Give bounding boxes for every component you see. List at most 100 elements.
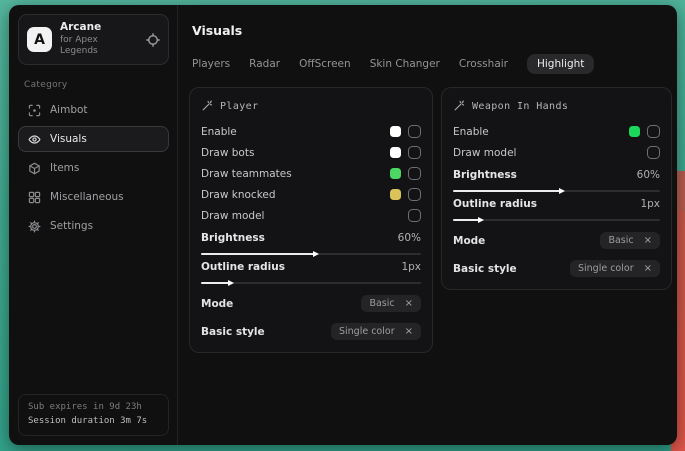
sidebar-item-aimbot[interactable]: Aimbot (18, 97, 169, 123)
basic-style-chip[interactable]: Single color × (331, 323, 421, 340)
color-swatch[interactable] (390, 126, 401, 137)
sidebar-item-miscellaneous[interactable]: Miscellaneous (18, 184, 169, 210)
sidebar-item-settings[interactable]: Settings (18, 213, 169, 239)
brightness-slider-block: Brightness 60% (453, 169, 660, 192)
chip-value: Basic (608, 235, 633, 246)
tab-radar[interactable]: Radar (249, 54, 280, 74)
toggle-row-draw-bots: Draw bots (201, 142, 421, 163)
slider-track[interactable] (453, 190, 660, 192)
slider-track[interactable] (201, 253, 421, 255)
slider-value: 60% (637, 169, 660, 181)
checkbox[interactable] (408, 188, 421, 201)
toggle-label: Draw knocked (201, 189, 276, 201)
slider-value: 1px (401, 261, 421, 273)
basic-style-select-row: Basic style Single color × (201, 323, 421, 340)
player-panel: Player Enable Draw bots (189, 87, 433, 353)
desktop-background-red-accent (677, 171, 685, 211)
slider-thumb[interactable] (228, 280, 234, 286)
toggle-label: Draw teammates (201, 168, 292, 180)
wand-icon (201, 100, 213, 112)
panel-title-text: Player (220, 101, 259, 112)
toggle-row-enable: Enable (201, 121, 421, 142)
chip-value: Single color (578, 263, 634, 274)
checkbox[interactable] (408, 125, 421, 138)
toggle-row-draw-teammates: Draw teammates (201, 163, 421, 184)
mode-select-row: Mode Basic × (453, 232, 660, 249)
select-label: Mode (201, 298, 233, 310)
color-swatch[interactable] (390, 147, 401, 158)
slider-value: 60% (398, 232, 421, 244)
arcane-window: A Arcane for Apex Legends Category (9, 5, 677, 445)
tab-skin-changer[interactable]: Skin Changer (370, 54, 440, 74)
app-subtitle: for Apex Legends (60, 35, 138, 58)
toggle-label: Enable (201, 126, 237, 138)
select-label: Basic style (201, 326, 265, 338)
panels: Player Enable Draw bots (189, 87, 672, 353)
sidebar-item-label: Aimbot (50, 104, 88, 116)
app-name: Arcane (60, 21, 138, 35)
close-icon[interactable]: × (405, 326, 413, 337)
slider-thumb[interactable] (478, 217, 484, 223)
tab-highlight[interactable]: Highlight (527, 54, 594, 74)
app-title-block: Arcane for Apex Legends (60, 21, 138, 58)
slider-label: Brightness (201, 232, 265, 244)
color-swatch[interactable] (390, 189, 401, 200)
mode-chip[interactable]: Basic × (600, 232, 660, 249)
checkbox[interactable] (647, 146, 660, 159)
app-logo: A (27, 27, 52, 52)
weapon-panel-header: Weapon In Hands (453, 100, 660, 112)
chip-value: Single color (339, 326, 395, 337)
gear-icon (28, 220, 41, 233)
scan-icon (28, 104, 41, 117)
close-icon[interactable]: × (644, 235, 652, 246)
sidebar-item-label: Items (50, 162, 79, 174)
checkbox[interactable] (408, 209, 421, 222)
toggle-row-draw-model: Draw model (453, 142, 660, 163)
select-label: Basic style (453, 263, 517, 275)
checkbox[interactable] (408, 167, 421, 180)
outline-radius-slider-block: Outline radius 1px (201, 261, 421, 284)
target-icon[interactable] (146, 33, 160, 47)
basic-style-chip[interactable]: Single color × (570, 260, 660, 277)
toggle-row-draw-knocked: Draw knocked (201, 184, 421, 205)
slider-track[interactable] (201, 282, 421, 284)
toggle-label: Enable (453, 126, 489, 138)
box-icon (28, 162, 41, 175)
sidebar-item-label: Settings (50, 220, 93, 232)
sidebar-nav: Aimbot Visuals Items (18, 97, 169, 239)
toggle-label: Draw model (201, 210, 264, 222)
tab-crosshair[interactable]: Crosshair (459, 54, 508, 74)
main-content: Visuals Players Radar OffScreen Skin Cha… (178, 5, 677, 445)
app-header-card: A Arcane for Apex Legends (18, 14, 169, 65)
grid-icon (28, 191, 41, 204)
toggle-label: Draw bots (201, 147, 254, 159)
tab-bar: Players Radar OffScreen Skin Changer Cro… (192, 54, 672, 74)
slider-thumb[interactable] (313, 251, 319, 257)
mode-chip[interactable]: Basic × (361, 295, 421, 312)
sidebar-item-label: Miscellaneous (50, 191, 124, 203)
color-swatch[interactable] (390, 168, 401, 179)
sidebar-item-visuals[interactable]: Visuals (18, 126, 169, 152)
slider-label: Outline radius (453, 198, 537, 210)
color-swatch[interactable] (629, 126, 640, 137)
checkbox[interactable] (647, 125, 660, 138)
panel-title-text: Weapon In Hands (472, 101, 568, 112)
slider-thumb[interactable] (559, 188, 565, 194)
player-panel-header: Player (201, 100, 421, 112)
sidebar-item-label: Visuals (50, 133, 87, 145)
session-duration-text: Session duration 3m 7s (28, 415, 159, 429)
weapon-in-hands-panel: Weapon In Hands Enable Draw model (441, 87, 672, 290)
slider-label: Outline radius (201, 261, 285, 273)
toggle-row-draw-model: Draw model (201, 205, 421, 226)
category-label: Category (24, 80, 169, 90)
slider-track[interactable] (453, 219, 660, 221)
sidebar-item-items[interactable]: Items (18, 155, 169, 181)
page-title: Visuals (192, 23, 672, 38)
tab-offscreen[interactable]: OffScreen (299, 54, 351, 74)
wand-icon (453, 100, 465, 112)
close-icon[interactable]: × (644, 263, 652, 274)
tab-players[interactable]: Players (192, 54, 230, 74)
close-icon[interactable]: × (405, 298, 413, 309)
chip-value: Basic (369, 298, 394, 309)
checkbox[interactable] (408, 146, 421, 159)
